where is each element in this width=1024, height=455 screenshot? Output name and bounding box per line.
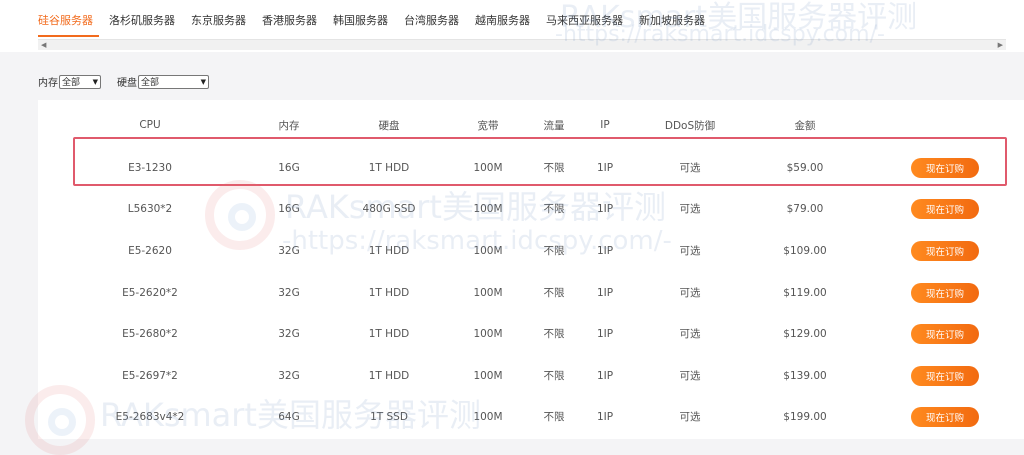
- memory-cell: 32G: [278, 286, 300, 299]
- bandwidth-cell: 100M: [473, 244, 503, 257]
- bandwidth-cell: 100M: [473, 369, 503, 382]
- disk-cell: 1T SSD: [370, 410, 408, 423]
- order-now-button[interactable]: 现在订购: [911, 282, 979, 303]
- disk-cell: 1T HDD: [368, 327, 410, 340]
- ddos-cell: 可选: [679, 370, 701, 382]
- tabs-horizontal-scrollbar[interactable]: ◀ ▶: [38, 39, 1006, 50]
- disk-cell: 480G SSD: [362, 202, 416, 215]
- tab-malaysia[interactable]: 马来西亚服务器: [546, 13, 629, 35]
- chevron-down-icon: ▼: [92, 77, 98, 86]
- traffic-cell: 不限: [543, 370, 565, 382]
- order-now-button[interactable]: 现在订购: [911, 406, 979, 427]
- traffic-cell: 不限: [543, 411, 565, 423]
- price-cell: $139.00: [783, 369, 827, 382]
- bandwidth-cell: 100M: [473, 286, 503, 299]
- cpu-cell: L5630*2: [127, 202, 173, 215]
- price-cell: $119.00: [783, 286, 827, 299]
- order-cell: 现在订购: [911, 230, 979, 271]
- disk-cell: 1T HDD: [368, 244, 410, 257]
- order-now-button[interactable]: 现在订购: [911, 323, 979, 344]
- highlighted-row-annotation: [73, 137, 1007, 186]
- order-now-button[interactable]: 现在订购: [911, 198, 979, 219]
- disk-filter-label: 硬盘: [117, 78, 137, 89]
- region-tabs: 硅谷服务器 洛杉矶服务器 东京服务器 香港服务器 韩国服务器 台湾服务器 越南服…: [38, 13, 721, 37]
- traffic-cell: 不限: [543, 245, 565, 257]
- cpu-cell: E5-2683v4*2: [115, 410, 185, 423]
- tab-vietnam[interactable]: 越南服务器: [475, 13, 536, 35]
- tab-tokyo[interactable]: 东京服务器: [191, 13, 252, 35]
- price-cell: $109.00: [783, 244, 827, 257]
- price-cell: $129.00: [783, 327, 827, 340]
- order-cell: 现在订购: [911, 188, 979, 229]
- traffic-cell: 不限: [543, 328, 565, 340]
- table-row: E5-2680*2 32G 1T HDD 100M 不限 1IP 可选 $129…: [38, 313, 1024, 354]
- cpu-cell: E5-2680*2: [122, 327, 178, 340]
- bandwidth-cell: 100M: [473, 202, 503, 215]
- memory-filter: 内存 全部 ▼: [38, 74, 101, 89]
- order-now-button[interactable]: 现在订购: [911, 365, 979, 386]
- price-cell: $79.00: [786, 202, 824, 215]
- cpu-cell: E5-2620: [128, 244, 172, 257]
- ddos-cell: 可选: [679, 287, 701, 299]
- memory-cell: 64G: [278, 410, 300, 423]
- table-row: E5-2697*2 32G 1T HDD 100M 不限 1IP 可选 $139…: [38, 355, 1024, 396]
- order-now-button[interactable]: 现在订购: [911, 240, 979, 261]
- memory-filter-label: 内存: [38, 78, 58, 89]
- traffic-cell: 不限: [543, 287, 565, 299]
- tab-taiwan[interactable]: 台湾服务器: [404, 13, 465, 35]
- scroll-left-arrow-icon[interactable]: ◀: [41, 41, 46, 49]
- tab-hong-kong[interactable]: 香港服务器: [262, 13, 323, 35]
- bandwidth-cell: 100M: [473, 410, 503, 423]
- order-cell: 现在订购: [911, 272, 979, 313]
- memory-cell: 32G: [278, 244, 300, 257]
- order-cell: 现在订购: [911, 313, 979, 354]
- table-row: E5-2683v4*2 64G 1T SSD 100M 不限 1IP 可选 $1…: [38, 396, 1024, 437]
- disk-select-value: 全部: [141, 78, 160, 88]
- traffic-cell: 不限: [543, 203, 565, 215]
- table-row: E5-2620*2 32G 1T HDD 100M 不限 1IP 可选 $119…: [38, 272, 1024, 313]
- scroll-right-arrow-icon[interactable]: ▶: [998, 41, 1003, 49]
- ddos-cell: 可选: [679, 203, 701, 215]
- ddos-cell: 可选: [679, 411, 701, 423]
- disk-cell: 1T HDD: [368, 286, 410, 299]
- order-cell: 现在订购: [911, 355, 979, 396]
- tab-los-angeles[interactable]: 洛杉矶服务器: [109, 13, 181, 35]
- disk-cell: 1T HDD: [368, 369, 410, 382]
- chevron-down-icon: ▼: [200, 77, 206, 86]
- table-row: E5-2620 32G 1T HDD 100M 不限 1IP 可选 $109.0…: [38, 230, 1024, 271]
- memory-select-value: 全部: [62, 78, 81, 88]
- memory-cell: 16G: [278, 202, 300, 215]
- cpu-cell: E5-2697*2: [122, 369, 178, 382]
- disk-select[interactable]: 全部 ▼: [138, 74, 209, 89]
- disk-filter: 硬盘 全部 ▼: [117, 74, 209, 89]
- ddos-cell: 可选: [679, 245, 701, 257]
- tab-silicon-valley[interactable]: 硅谷服务器: [38, 13, 99, 37]
- tab-singapore[interactable]: 新加坡服务器: [639, 13, 711, 35]
- price-cell: $199.00: [783, 410, 827, 423]
- ip-cell: 1IP: [596, 202, 614, 215]
- ip-cell: 1IP: [596, 286, 614, 299]
- memory-cell: 32G: [278, 327, 300, 340]
- ip-cell: 1IP: [596, 327, 614, 340]
- memory-select[interactable]: 全部 ▼: [59, 74, 101, 89]
- table-row: L5630*2 16G 480G SSD 100M 不限 1IP 可选 $79.…: [38, 188, 1024, 229]
- ip-cell: 1IP: [596, 244, 614, 257]
- server-region-tabs-bar: 硅谷服务器 洛杉矶服务器 东京服务器 香港服务器 韩国服务器 台湾服务器 越南服…: [0, 0, 1024, 52]
- memory-cell: 32G: [278, 369, 300, 382]
- filters-bar: 内存 全部 ▼ 硬盘 全部 ▼: [38, 74, 225, 89]
- ip-cell: 1IP: [596, 369, 614, 382]
- ddos-cell: 可选: [679, 328, 701, 340]
- order-cell: 现在订购: [911, 396, 979, 437]
- ip-cell: 1IP: [596, 410, 614, 423]
- cpu-cell: E5-2620*2: [122, 286, 178, 299]
- tab-korea[interactable]: 韩国服务器: [333, 13, 394, 35]
- bandwidth-cell: 100M: [473, 327, 503, 340]
